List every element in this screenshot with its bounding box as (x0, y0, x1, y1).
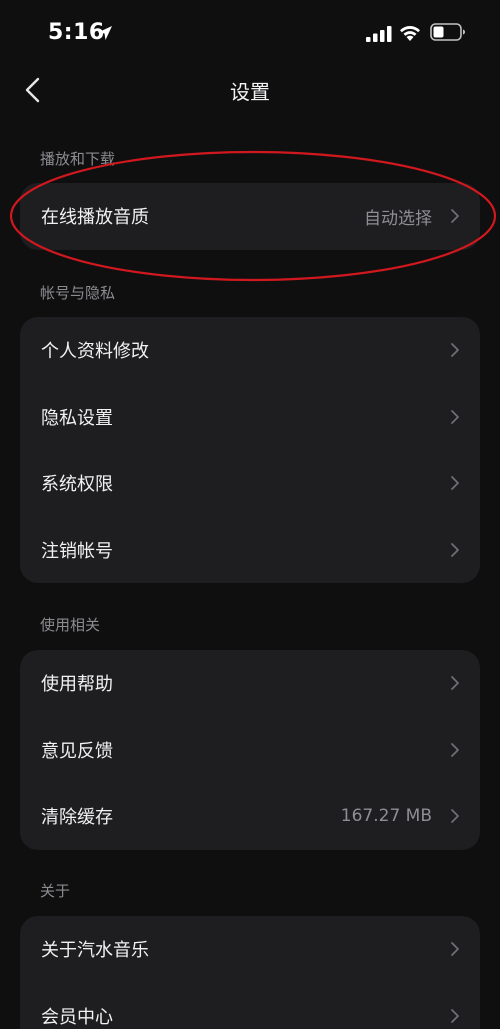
row-help[interactable]: 使用帮助 (20, 650, 480, 717)
location-arrow-icon (98, 26, 112, 40)
nav-bar: 设置 (0, 64, 500, 116)
chevron-right-icon (451, 343, 459, 358)
row-feedback[interactable]: 意见反馈 (20, 717, 480, 784)
chevron-right-icon (451, 942, 459, 957)
cellular-signal-icon (366, 26, 392, 42)
chevron-right-icon (451, 676, 459, 691)
about-card: 关于汽水音乐 会员中心 (20, 916, 480, 1029)
section-header-account: 帐号与隐私 (40, 284, 116, 302)
chevron-right-icon (451, 742, 459, 757)
chevron-right-icon (451, 1008, 459, 1023)
status-bar: 5:16 (0, 0, 500, 64)
wifi-icon (400, 25, 420, 41)
chevron-right-icon (451, 809, 459, 824)
row-delete-account[interactable]: 注销帐号 (20, 517, 480, 584)
page-title: 设置 (230, 80, 270, 104)
row-label: 在线播放音质 (41, 207, 149, 229)
row-privacy-settings[interactable]: 隐私设置 (20, 384, 480, 451)
battery-icon (430, 23, 465, 41)
chevron-right-icon (451, 409, 459, 424)
row-label: 系统权限 (41, 474, 113, 496)
row-clear-cache[interactable]: 清除缓存 167.27 MB (20, 783, 480, 850)
row-system-permissions[interactable]: 系统权限 (20, 450, 480, 517)
chevron-right-icon (451, 542, 459, 557)
row-about-app[interactable]: 关于汽水音乐 (20, 916, 480, 983)
row-online-playback-quality[interactable]: 在线播放音质 自动选择 (20, 183, 480, 250)
row-label: 清除缓存 (41, 807, 113, 829)
row-label: 个人资料修改 (41, 341, 149, 363)
usage-card: 使用帮助 意见反馈 清除缓存 167.27 MB (20, 650, 480, 850)
row-label: 意见反馈 (41, 740, 113, 762)
cache-size-value: 167.27 MB (340, 806, 432, 827)
chevron-right-icon (451, 209, 459, 224)
row-label: 关于汽水音乐 (41, 940, 149, 962)
playback-card: 在线播放音质 自动选择 (20, 183, 480, 250)
row-membership-center[interactable]: 会员中心 (20, 983, 480, 1029)
section-header-playback: 播放和下载 (40, 150, 116, 168)
chevron-right-icon (451, 476, 459, 491)
row-label: 会员中心 (41, 1006, 113, 1028)
row-edit-profile[interactable]: 个人资料修改 (20, 317, 480, 384)
section-header-usage: 使用相关 (40, 616, 101, 634)
section-header-about: 关于 (40, 882, 71, 900)
row-label: 使用帮助 (41, 674, 113, 696)
row-value: 自动选择 (364, 208, 432, 229)
account-card: 个人资料修改 隐私设置 系统权限 注销帐号 (20, 317, 480, 583)
row-label: 隐私设置 (41, 407, 113, 429)
row-label: 注销帐号 (41, 540, 113, 562)
